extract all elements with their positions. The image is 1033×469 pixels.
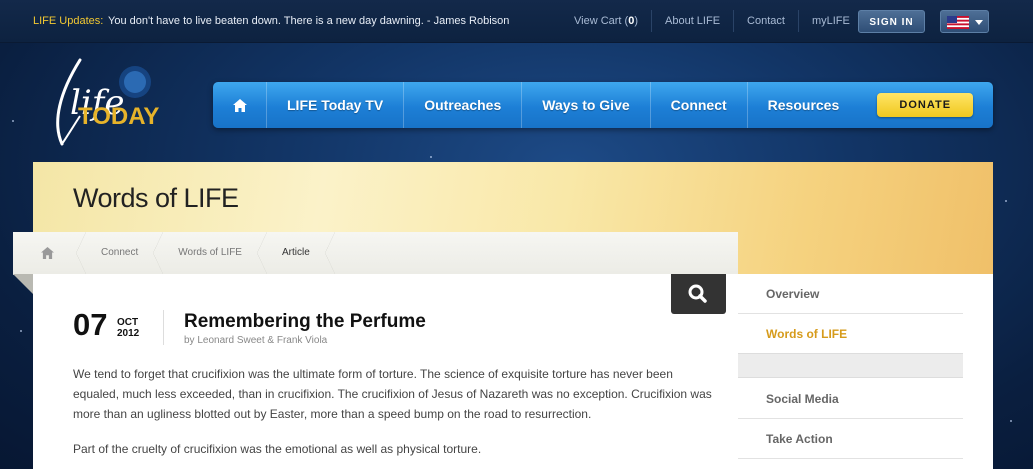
sidebar-nav: Overview Words of LIFE Social Media Take… (738, 274, 993, 469)
article-date-year: 2012 (117, 328, 140, 339)
life-today-logo[interactable]: life TODAY (40, 52, 185, 152)
article-paragraph: We tend to forget that crucifixion was t… (73, 367, 712, 421)
article-paragraph: Part of the cruelty of crucifixion was t… (73, 442, 482, 456)
nav-item-outreaches[interactable]: Outreaches (404, 82, 523, 128)
sidebar-item-social-media[interactable]: Social Media (738, 379, 963, 419)
view-cart-link[interactable]: View Cart (0) (561, 10, 651, 32)
date-divider (163, 310, 164, 345)
view-cart-label: View Cart ( (574, 15, 629, 27)
breadcrumb-item-words-of-life[interactable]: Words of LIFE (158, 232, 267, 274)
nav-item-life-today-tv[interactable]: LIFE Today TV (267, 82, 405, 128)
mylife-link[interactable]: myLIFE (797, 10, 863, 32)
nav-item-connect[interactable]: Connect (651, 82, 748, 128)
sidebar-item-overview[interactable]: Overview (738, 274, 963, 314)
search-button[interactable] (671, 274, 726, 314)
background-star (1005, 200, 1007, 202)
country-selector-button[interactable] (940, 10, 989, 33)
article-body: We tend to forget that crucifixion was t… (73, 364, 713, 469)
article-title: Remembering the Perfume (184, 311, 426, 332)
chevron-down-icon (975, 20, 983, 25)
donate-button[interactable]: DONATE (877, 93, 974, 117)
nav-item-ways-to-give[interactable]: Ways to Give (522, 82, 651, 128)
page-title: Words of LIFE (73, 183, 239, 213)
top-bar: LIFE Updates: You don't have to live bea… (0, 0, 1033, 43)
us-flag-icon (947, 16, 969, 29)
sidebar-item-take-action[interactable]: Take Action (738, 419, 963, 459)
view-cart-close: ) (634, 15, 638, 27)
nav-home-button[interactable] (213, 82, 267, 128)
contact-link[interactable]: Contact (733, 10, 798, 32)
updates-ticker[interactable]: You don't have to live beaten down. Ther… (108, 15, 509, 27)
sidebar-spacer (738, 353, 963, 378)
background-star (12, 120, 14, 122)
breadcrumb: Connect Words of LIFE Article (13, 232, 738, 274)
background-star (430, 156, 432, 158)
breadcrumb-home[interactable] (13, 232, 86, 274)
article-byline: by Leonard Sweet & Frank Viola (184, 335, 328, 346)
breadcrumb-item-article: Article (262, 232, 335, 274)
utility-links: View Cart (0) About LIFE Contact myLIFE (561, 10, 863, 32)
article-date-day: 07 (73, 307, 108, 342)
updates-label: LIFE Updates: (33, 15, 104, 27)
sign-in-button[interactable]: SIGN IN (858, 10, 925, 33)
article-date-month: OCT (117, 317, 139, 328)
breadcrumb-item-connect[interactable]: Connect (81, 232, 164, 274)
search-icon (688, 284, 707, 303)
about-life-link[interactable]: About LIFE (651, 10, 733, 32)
breadcrumb-fold (13, 274, 33, 294)
home-icon (40, 247, 54, 259)
home-icon (232, 98, 247, 112)
nav-item-resources[interactable]: Resources (748, 82, 860, 128)
background-star (1010, 420, 1012, 422)
main-nav: LIFE Today TV Outreaches Ways to Give Co… (213, 82, 993, 128)
background-star (20, 330, 22, 332)
logo-today-text: TODAY (78, 103, 159, 130)
sidebar-item-words-of-life[interactable]: Words of LIFE (738, 314, 963, 354)
